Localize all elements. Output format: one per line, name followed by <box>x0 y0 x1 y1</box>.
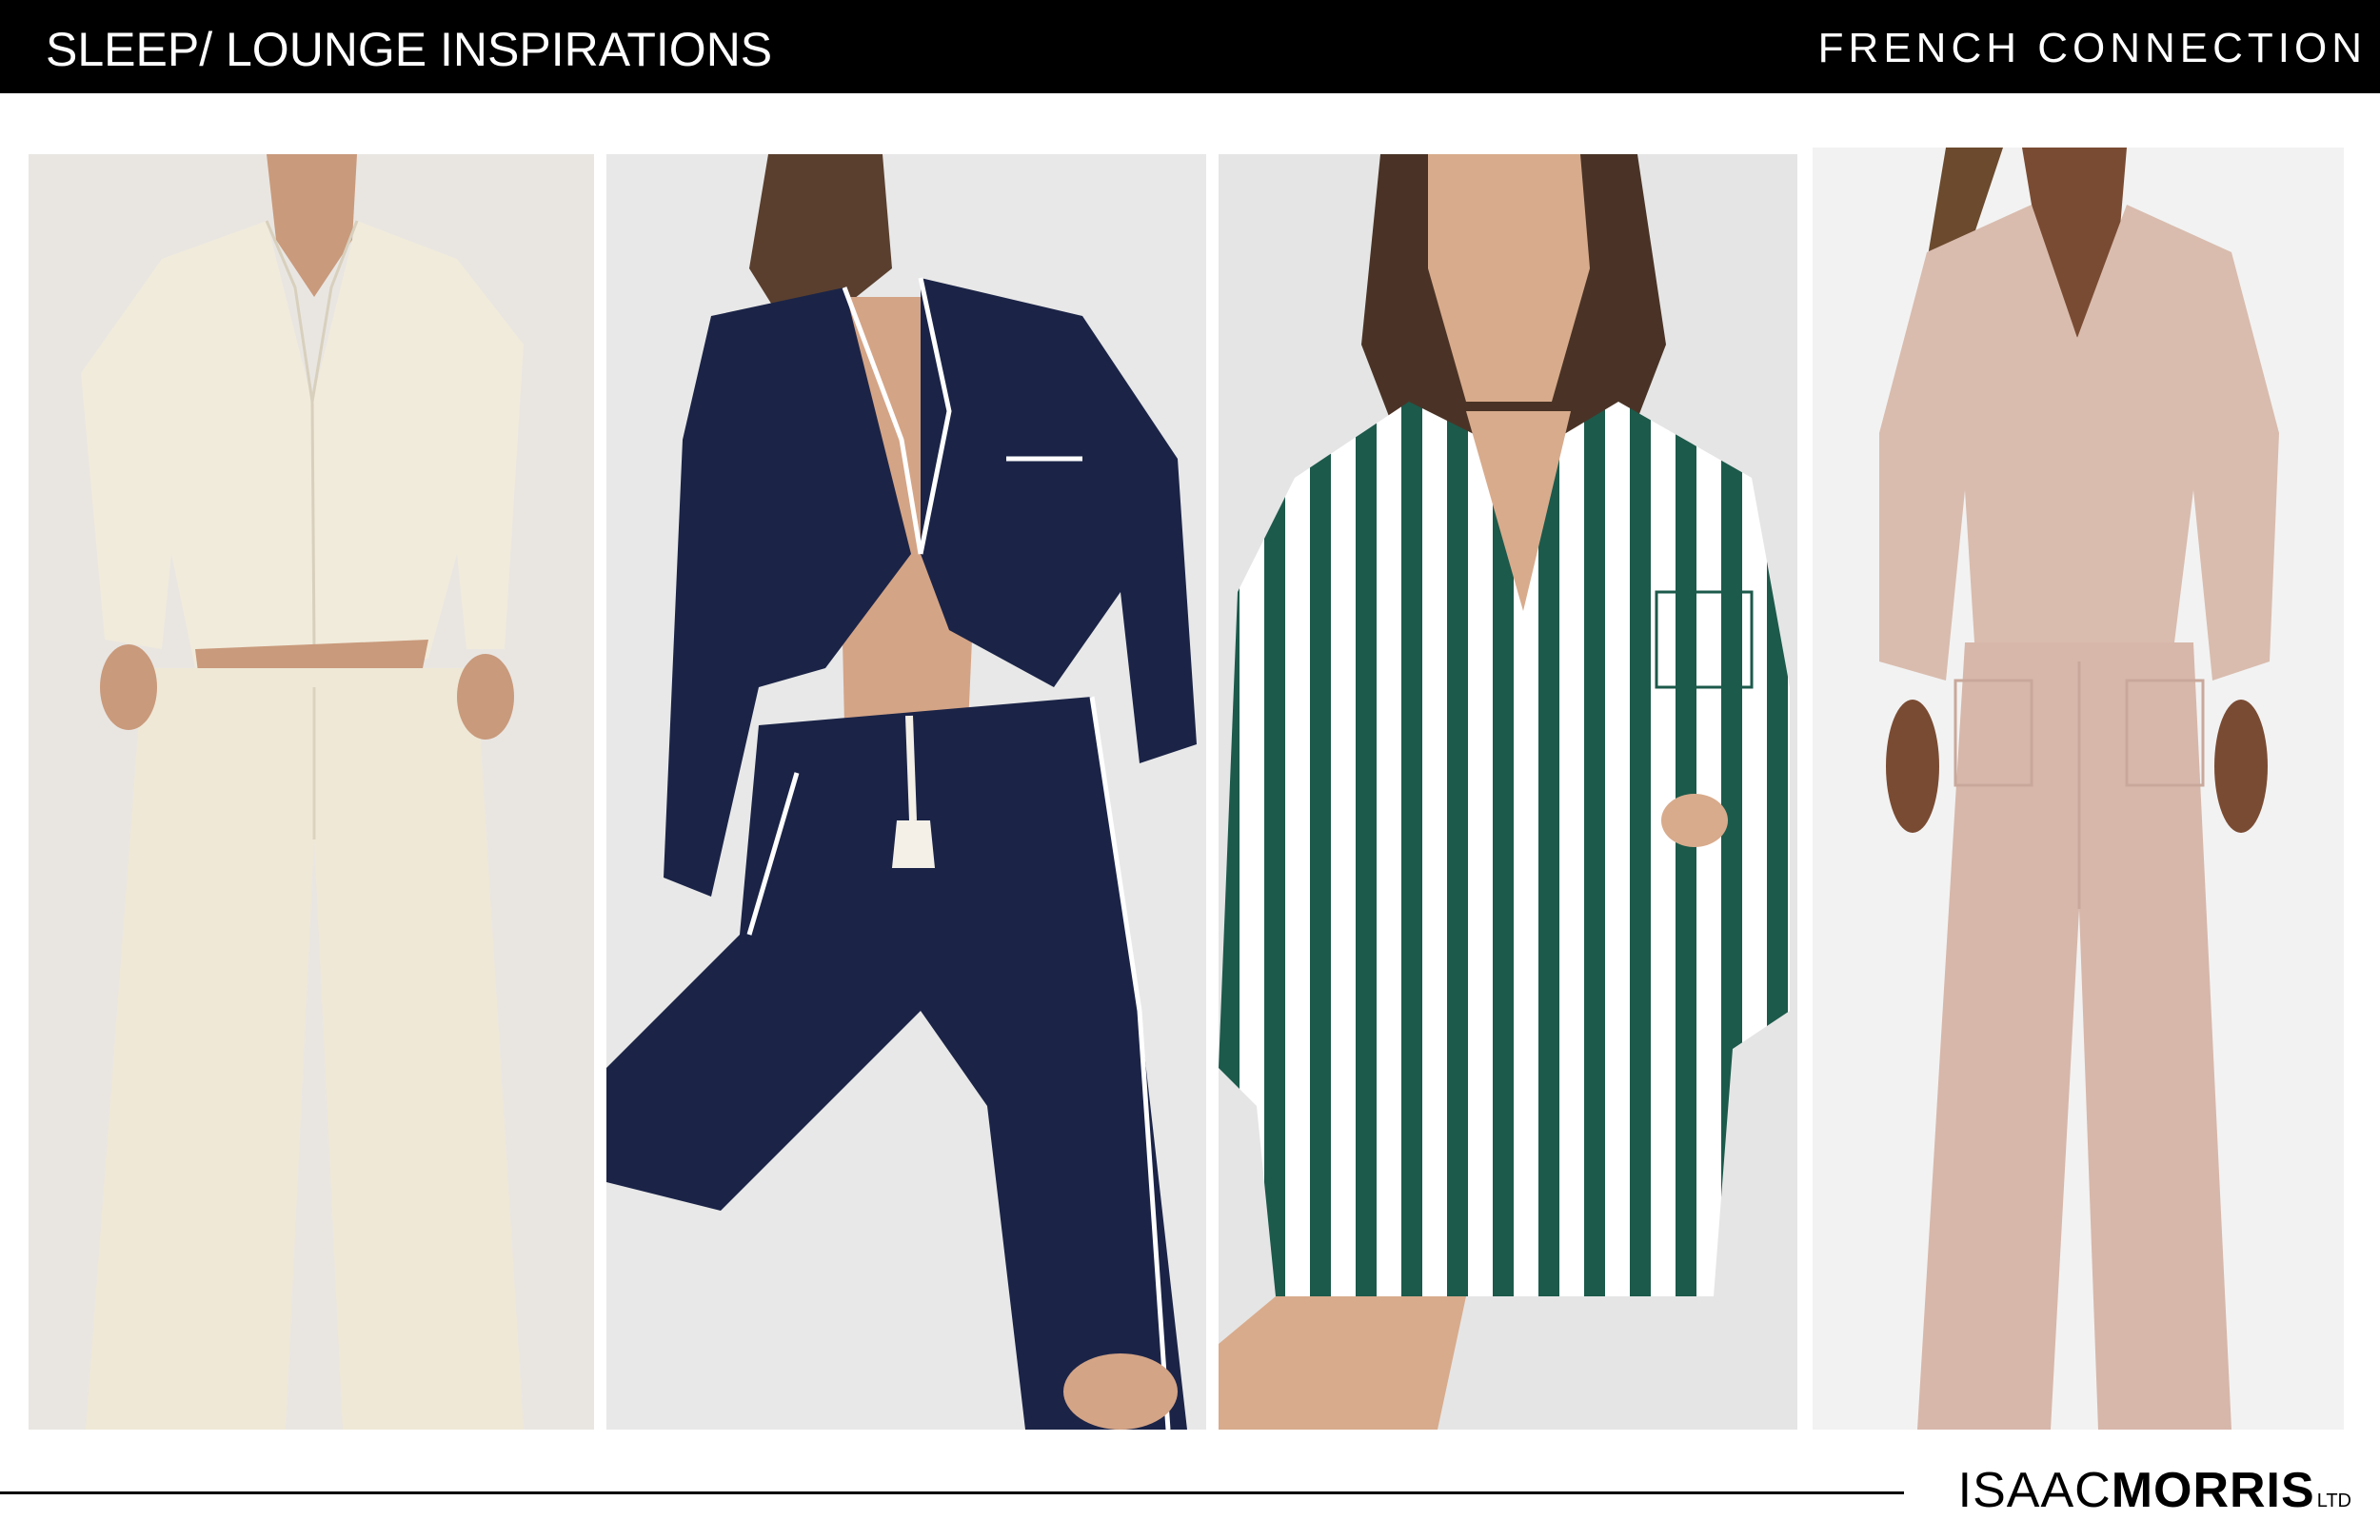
photo-striped-shirt-set <box>1219 154 1797 1430</box>
logo-bold-text: MORRIS <box>2111 1463 2315 1518</box>
brand-name: FRENCH CONNECTION <box>1817 25 2367 71</box>
logo-thin-text: ISAAC <box>1957 1463 2112 1518</box>
photo-blush-knit-set <box>1813 148 2344 1430</box>
page-title: SLEEP/ LOUNGE INSPIRATIONS <box>46 23 773 76</box>
photo-navy-pajama-set <box>606 154 1206 1430</box>
logo-suffix: LTD <box>2316 1491 2351 1511</box>
photo-cream-lounge-set <box>29 154 594 1430</box>
isaac-morris-logo: ISAACMORRIS LTD <box>1958 1462 2351 1519</box>
footer-divider <box>0 1491 1904 1494</box>
header-bar: SLEEP/ LOUNGE INSPIRATIONS FRENCH CONNEC… <box>0 0 2380 93</box>
